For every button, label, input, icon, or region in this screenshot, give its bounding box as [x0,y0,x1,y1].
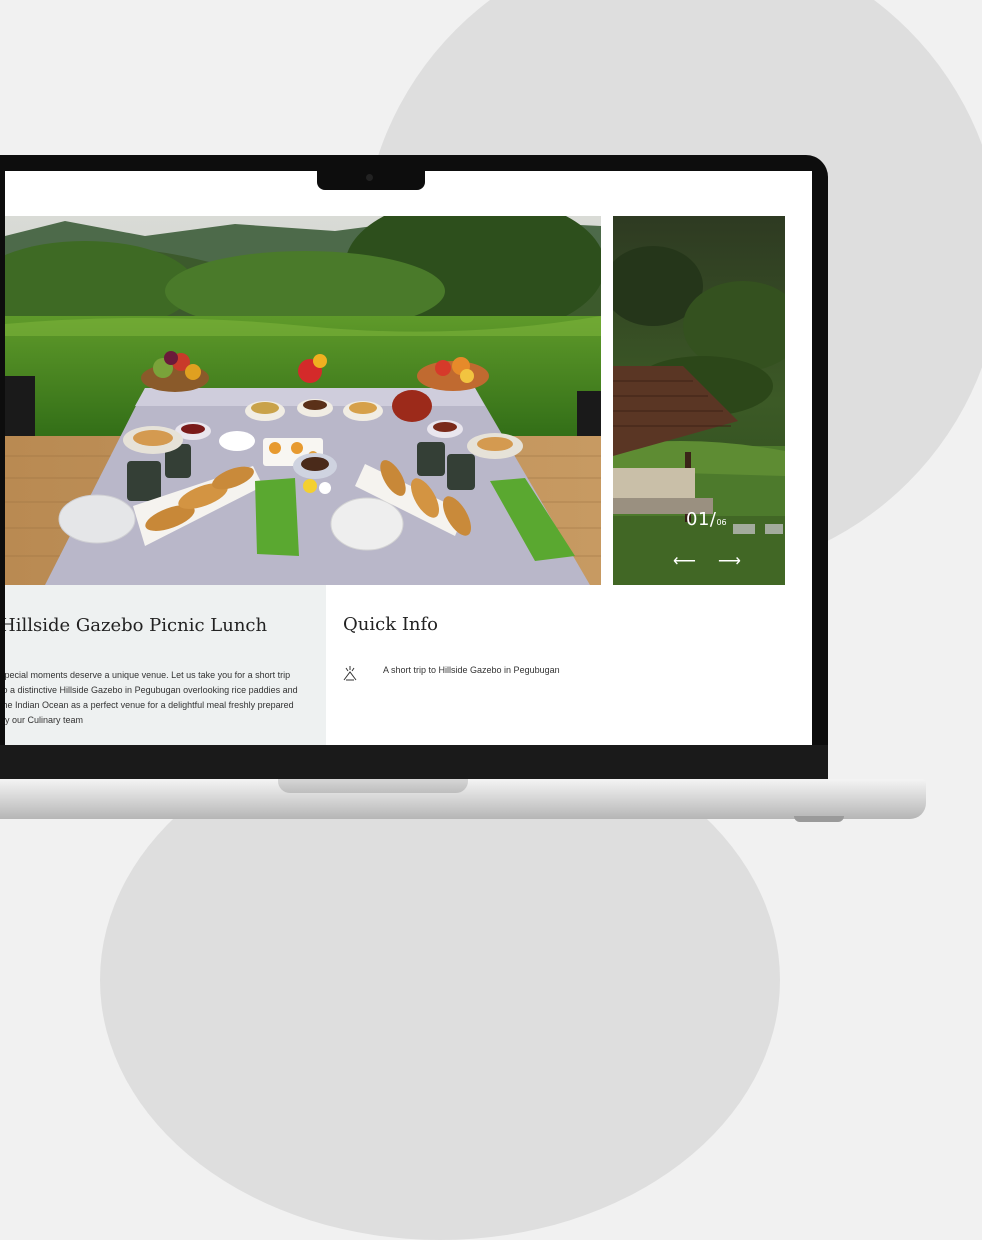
bottom-bezel [0,745,828,781]
slide-counter-total: 06 [716,518,727,527]
quick-info-title: Quick Info [343,614,439,635]
screen-notch [317,166,425,190]
gazebo-icon [343,665,357,681]
description-panel: Hillside Gazebo Picnic Lunch special mom… [5,585,326,745]
hero-photo [5,216,601,585]
event-description: special moments deserve a unique venue. … [5,670,298,725]
slide-counter: 01/06 [686,509,727,530]
laptop-base [0,779,926,822]
quick-info-text: A short trip to Hillside Gazebo in Pegub… [383,665,560,675]
slide-counter-current: 01/ [686,509,717,530]
camera-icon [366,174,373,181]
trackpad-notch [278,779,468,793]
quick-info-item: A short trip to Hillside Gazebo in Pegub… [343,663,560,681]
next-slide-photo[interactable]: 01/06 ⟵ ⟶ [613,216,785,585]
prev-arrow-icon[interactable]: ⟵ [673,551,696,571]
laptop-screen: 01/06 ⟵ ⟶ Hillside Gazebo Picnic Lunch s… [5,171,812,745]
next-arrow-icon[interactable]: ⟶ [718,551,741,571]
laptop-foot [794,816,844,822]
page-title: Hillside Gazebo Picnic Lunch [5,615,268,636]
